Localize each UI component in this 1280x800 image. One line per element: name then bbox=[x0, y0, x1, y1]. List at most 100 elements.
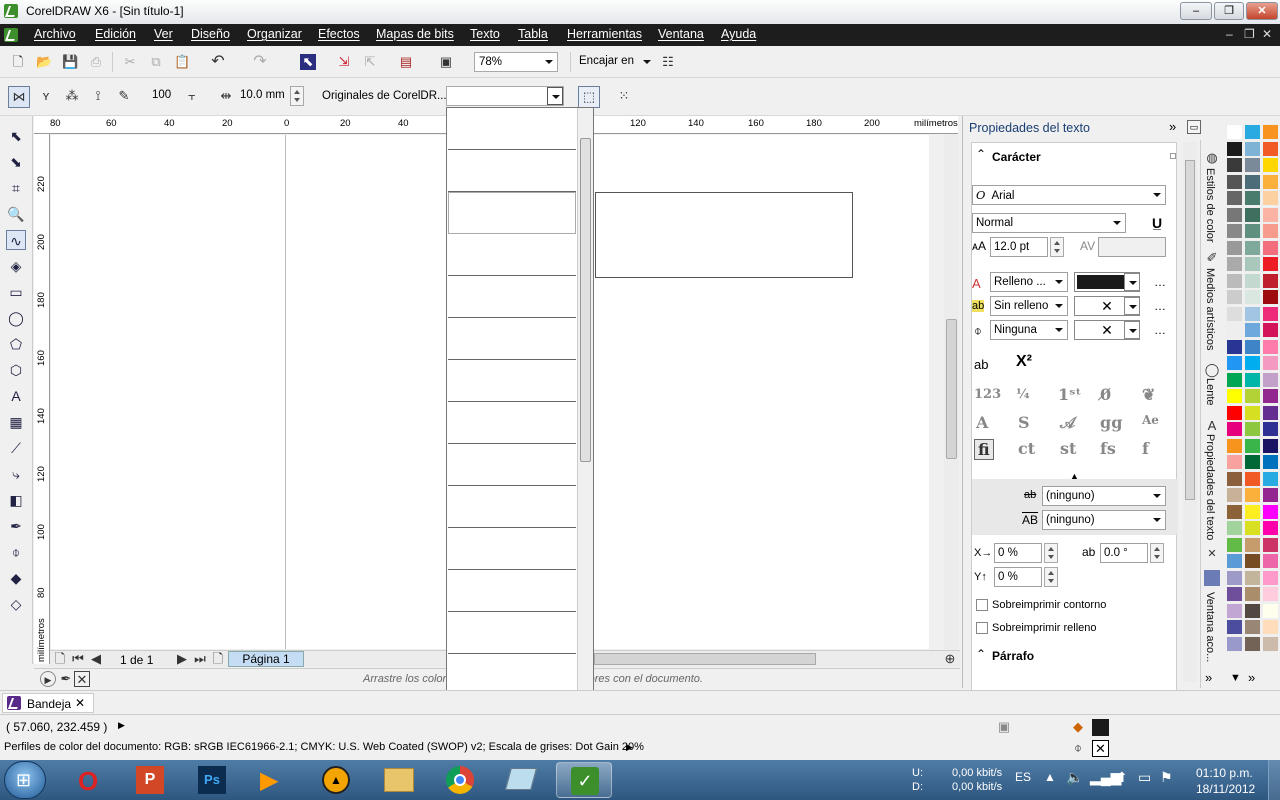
underline-icon[interactable]: U̲ bbox=[1152, 215, 1162, 231]
palette-swatch[interactable] bbox=[1262, 454, 1279, 470]
clock-date[interactable]: 18/11/2012 bbox=[1196, 782, 1255, 796]
palette-swatch[interactable] bbox=[1262, 619, 1279, 635]
palette-swatch[interactable] bbox=[1262, 421, 1279, 437]
taskbar-opera[interactable]: O bbox=[62, 762, 118, 798]
capitals-icon[interactable]: A bbox=[976, 413, 988, 432]
palette-swatch[interactable] bbox=[1262, 223, 1279, 239]
palette-swatch[interactable] bbox=[1262, 569, 1279, 586]
tab-bandeja[interactable]: Bandeja ✕ bbox=[2, 693, 94, 713]
start-button[interactable]: ⊞ bbox=[4, 761, 46, 799]
brush-stroke-option[interactable] bbox=[448, 528, 576, 570]
maximize-button[interactable]: ❐ bbox=[1214, 2, 1244, 20]
menu-herramientas[interactable]: Herramientas bbox=[567, 27, 642, 41]
historical-forms-icon[interactable]: fs bbox=[1100, 439, 1116, 458]
palette-swatch[interactable] bbox=[1262, 190, 1279, 206]
first-page-icon[interactable]: ⏮ bbox=[70, 651, 86, 667]
swash-icon[interactable]: S bbox=[1018, 413, 1030, 432]
open-icon[interactable]: 📂 bbox=[36, 54, 52, 70]
palette-swatch[interactable] bbox=[1244, 157, 1261, 173]
palette-swatch[interactable] bbox=[1262, 371, 1279, 388]
outline-color-dropdown-icon[interactable] bbox=[1124, 321, 1140, 339]
palette-swatch[interactable] bbox=[1226, 322, 1243, 338]
palette-swatch[interactable] bbox=[1226, 371, 1243, 388]
brush-mode-icon[interactable]: ʏ bbox=[38, 88, 54, 104]
stroke-width-field[interactable]: 10.0 mm bbox=[236, 86, 288, 106]
section-option[interactable] bbox=[1170, 153, 1176, 159]
palette-swatch[interactable] bbox=[1244, 421, 1261, 437]
subscript-icon[interactable]: ab bbox=[974, 357, 988, 372]
palette-swatch[interactable] bbox=[1226, 536, 1243, 553]
overprint-outline-checkbox[interactable] bbox=[976, 599, 988, 611]
taskbar-aimp[interactable]: ▲ bbox=[308, 762, 364, 798]
palette-swatch[interactable] bbox=[1244, 520, 1261, 536]
interactive-tool-icon[interactable]: ◧ bbox=[6, 490, 26, 510]
brush-stroke-option-hover[interactable] bbox=[448, 192, 576, 234]
palette-swatch[interactable] bbox=[1226, 520, 1243, 536]
stylistic-icon[interactable]: 𝒜 bbox=[1060, 413, 1075, 433]
brush-stroke-option[interactable] bbox=[448, 108, 576, 150]
palette-swatch[interactable] bbox=[1244, 635, 1261, 652]
taskbar-notepad[interactable] bbox=[494, 762, 550, 798]
collapse-paragraph-icon[interactable]: ⌃ bbox=[976, 647, 986, 661]
palette-swatch[interactable] bbox=[1226, 569, 1243, 586]
coords-menu-icon[interactable]: ▶ bbox=[118, 720, 125, 731]
palette-swatch[interactable] bbox=[1226, 388, 1243, 404]
palette-swatch[interactable] bbox=[1262, 404, 1279, 421]
sync-icon[interactable]: ⬆ bbox=[1116, 769, 1128, 786]
palette-swatch[interactable] bbox=[1226, 272, 1243, 289]
outline-more-icon[interactable]: … bbox=[1154, 323, 1166, 337]
palette-swatch[interactable] bbox=[1226, 503, 1243, 520]
x-offset-field[interactable]: 0 % bbox=[994, 543, 1042, 563]
palette-swatch[interactable] bbox=[1262, 272, 1279, 289]
palette-swatch[interactable] bbox=[1226, 470, 1243, 487]
palette-swatch[interactable] bbox=[1226, 454, 1243, 470]
font-size-field[interactable]: 12.0 pt bbox=[990, 237, 1048, 257]
palette-swatch[interactable] bbox=[1226, 635, 1243, 652]
tab-medios-artisticos[interactable]: Medios artísticos bbox=[1204, 268, 1216, 351]
outline-color-indicator[interactable]: ✕ bbox=[1092, 740, 1109, 757]
y-offset-spinner[interactable] bbox=[1044, 567, 1058, 587]
brush-stroke-option[interactable] bbox=[448, 444, 576, 486]
palette-swatch[interactable] bbox=[1226, 140, 1243, 157]
interactive-fill-icon[interactable]: ◇ bbox=[6, 594, 26, 614]
palette-swatch[interactable] bbox=[1244, 371, 1261, 388]
shape-tool-icon[interactable]: ⬊ bbox=[6, 152, 26, 172]
long-s-icon[interactable]: f bbox=[1142, 439, 1149, 458]
brush-stroke-option[interactable] bbox=[448, 486, 576, 528]
close-tab-icon[interactable]: ✕ bbox=[1204, 546, 1220, 562]
palette-swatch[interactable] bbox=[1226, 239, 1243, 256]
show-hidden-icons-icon[interactable]: ▲ bbox=[1044, 770, 1056, 784]
pressure-icon[interactable]: ✎ bbox=[116, 88, 132, 104]
table-tool-icon[interactable]: ▦ bbox=[6, 412, 26, 432]
print-icon[interactable]: ⎙ bbox=[88, 54, 104, 70]
zoom-view-icon[interactable]: ⊕ bbox=[942, 651, 958, 667]
palette-swatch[interactable] bbox=[1244, 289, 1261, 305]
contextual-icon[interactable]: Ae bbox=[1142, 413, 1159, 427]
palette-swatch[interactable] bbox=[1262, 470, 1279, 487]
rotation-spinner[interactable] bbox=[1150, 543, 1164, 563]
palette-swatch[interactable] bbox=[1262, 256, 1279, 272]
palette-swatch[interactable] bbox=[1262, 124, 1279, 140]
fill-color-indicator[interactable] bbox=[1092, 719, 1109, 736]
outline-width-select[interactable]: Ninguna bbox=[990, 320, 1068, 340]
polygon-tool-icon[interactable]: ⬠ bbox=[6, 334, 26, 354]
menu-efectos[interactable]: Efectos bbox=[318, 27, 360, 41]
rectangle-shape[interactable] bbox=[595, 192, 853, 278]
ligatures-icon[interactable]: fi bbox=[974, 439, 994, 460]
background-color-dropdown-icon[interactable] bbox=[1124, 297, 1140, 315]
last-page-icon[interactable]: ⏭ bbox=[192, 651, 208, 667]
font-style-select[interactable]: Normal bbox=[972, 213, 1126, 233]
palette-swatch[interactable] bbox=[1244, 619, 1261, 635]
palette-swatch[interactable] bbox=[1262, 487, 1279, 503]
palette-swatch[interactable] bbox=[1244, 569, 1261, 586]
palette-swatch[interactable] bbox=[1244, 338, 1261, 355]
palette-swatch[interactable] bbox=[1226, 338, 1243, 355]
options-icon[interactable]: ☷ bbox=[660, 54, 676, 70]
palette-swatch[interactable] bbox=[1262, 206, 1279, 223]
palette-swatch[interactable] bbox=[1226, 289, 1243, 305]
brush-stroke-option[interactable] bbox=[448, 612, 576, 654]
collapse-character-icon[interactable]: ⌃ bbox=[976, 147, 986, 161]
pick-tool-icon[interactable]: ⬉ bbox=[6, 126, 26, 146]
palette-swatch[interactable] bbox=[1244, 272, 1261, 289]
brush-stroke-option[interactable] bbox=[448, 570, 576, 612]
